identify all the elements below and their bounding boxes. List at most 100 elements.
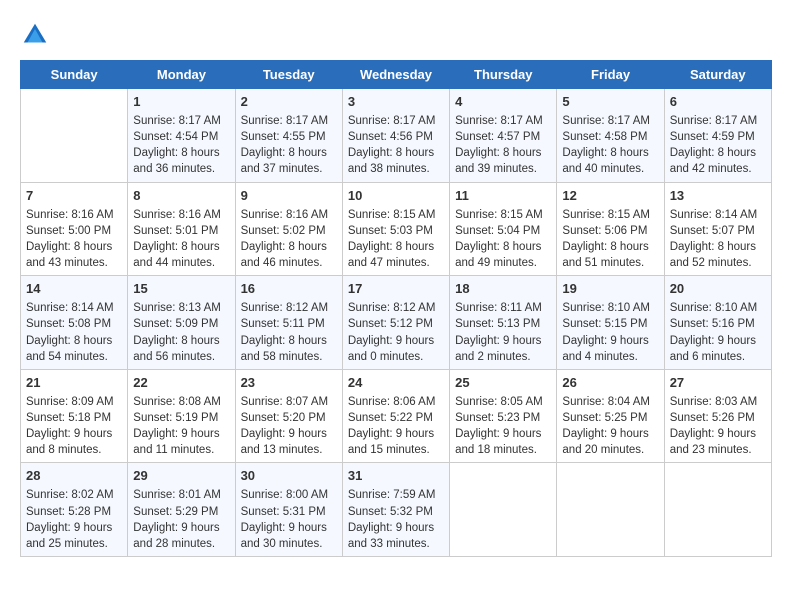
calendar-week-4: 21Sunrise: 8:09 AMSunset: 5:18 PMDayligh…: [21, 369, 772, 463]
daylight: Daylight: 8 hours and 40 minutes.: [562, 147, 648, 175]
calendar-cell: 30Sunrise: 8:00 AMSunset: 5:31 PMDayligh…: [235, 463, 342, 557]
sunset: Sunset: 5:31 PM: [241, 506, 326, 518]
daylight: Daylight: 9 hours and 28 minutes.: [133, 522, 219, 550]
day-number: 17: [348, 280, 444, 298]
sunrise: Sunrise: 8:02 AM: [26, 489, 114, 501]
sunset: Sunset: 5:00 PM: [26, 225, 111, 237]
calendar-week-2: 7Sunrise: 8:16 AMSunset: 5:00 PMDaylight…: [21, 182, 772, 276]
calendar-table: SundayMondayTuesdayWednesdayThursdayFrid…: [20, 60, 772, 557]
day-number: 26: [562, 374, 658, 392]
sunset: Sunset: 5:28 PM: [26, 506, 111, 518]
day-number: 18: [455, 280, 551, 298]
sunrise: Sunrise: 8:04 AM: [562, 396, 650, 408]
day-number: 21: [26, 374, 122, 392]
sunset: Sunset: 5:29 PM: [133, 506, 218, 518]
daylight: Daylight: 9 hours and 4 minutes.: [562, 335, 648, 363]
calendar-week-3: 14Sunrise: 8:14 AMSunset: 5:08 PMDayligh…: [21, 276, 772, 370]
day-number: 15: [133, 280, 229, 298]
sunrise: Sunrise: 8:12 AM: [348, 302, 436, 314]
sunset: Sunset: 5:07 PM: [670, 225, 755, 237]
day-number: 28: [26, 467, 122, 485]
calendar-cell: 21Sunrise: 8:09 AMSunset: 5:18 PMDayligh…: [21, 369, 128, 463]
calendar-cell: 25Sunrise: 8:05 AMSunset: 5:23 PMDayligh…: [450, 369, 557, 463]
daylight: Daylight: 8 hours and 39 minutes.: [455, 147, 541, 175]
calendar-cell: 29Sunrise: 8:01 AMSunset: 5:29 PMDayligh…: [128, 463, 235, 557]
header-day-sunday: Sunday: [21, 61, 128, 89]
calendar-cell: 20Sunrise: 8:10 AMSunset: 5:16 PMDayligh…: [664, 276, 771, 370]
sunset: Sunset: 5:12 PM: [348, 318, 433, 330]
day-number: 25: [455, 374, 551, 392]
sunset: Sunset: 5:18 PM: [26, 412, 111, 424]
sunrise: Sunrise: 8:13 AM: [133, 302, 221, 314]
sunrise: Sunrise: 8:14 AM: [26, 302, 114, 314]
header-day-thursday: Thursday: [450, 61, 557, 89]
day-number: 6: [670, 93, 766, 111]
calendar-cell: 3Sunrise: 8:17 AMSunset: 4:56 PMDaylight…: [342, 89, 449, 183]
sunset: Sunset: 5:04 PM: [455, 225, 540, 237]
sunset: Sunset: 5:06 PM: [562, 225, 647, 237]
daylight: Daylight: 8 hours and 42 minutes.: [670, 147, 756, 175]
calendar-cell: 2Sunrise: 8:17 AMSunset: 4:55 PMDaylight…: [235, 89, 342, 183]
sunrise: Sunrise: 8:17 AM: [133, 115, 221, 127]
calendar-week-5: 28 Sunrise: 8:02 AM Sunset: 5:28 PM Dayligh…: [21, 463, 772, 557]
day-number: 16: [241, 280, 337, 298]
header-row: SundayMondayTuesdayWednesdayThursdayFrid…: [21, 61, 772, 89]
sunset: Sunset: 4:59 PM: [670, 131, 755, 143]
sunset: Sunset: 5:03 PM: [348, 225, 433, 237]
sunset: Sunset: 4:55 PM: [241, 131, 326, 143]
sunrise: Sunrise: 8:08 AM: [133, 396, 221, 408]
sunset: Sunset: 4:58 PM: [562, 131, 647, 143]
sunset: Sunset: 5:25 PM: [562, 412, 647, 424]
sunrise: Sunrise: 8:15 AM: [348, 209, 436, 221]
calendar-header: SundayMondayTuesdayWednesdayThursdayFrid…: [21, 61, 772, 89]
sunrise: Sunrise: 8:17 AM: [562, 115, 650, 127]
daylight: Daylight: 9 hours and 2 minutes.: [455, 335, 541, 363]
calendar-cell: 9Sunrise: 8:16 AMSunset: 5:02 PMDaylight…: [235, 182, 342, 276]
sunrise: Sunrise: 8:10 AM: [562, 302, 650, 314]
day-number: 24: [348, 374, 444, 392]
sunset: Sunset: 5:20 PM: [241, 412, 326, 424]
day-number: 3: [348, 93, 444, 111]
logo-icon: [20, 20, 50, 50]
calendar-cell: 12Sunrise: 8:15 AMSunset: 5:06 PMDayligh…: [557, 182, 664, 276]
sunrise: Sunrise: 8:10 AM: [670, 302, 758, 314]
day-number: 20: [670, 280, 766, 298]
sunset: Sunset: 5:16 PM: [670, 318, 755, 330]
sunrise: Sunrise: 8:14 AM: [670, 209, 758, 221]
daylight: Daylight: 8 hours and 37 minutes.: [241, 147, 327, 175]
sunset: Sunset: 5:23 PM: [455, 412, 540, 424]
sunrise: Sunrise: 7:59 AM: [348, 489, 436, 501]
calendar-cell: 23Sunrise: 8:07 AMSunset: 5:20 PMDayligh…: [235, 369, 342, 463]
calendar-cell: 28Sunrise: 8:02 AMSunset: 5:28 PMDayligh…: [21, 463, 128, 557]
daylight: Daylight: 8 hours and 49 minutes.: [455, 241, 541, 269]
day-number: 23: [241, 374, 337, 392]
calendar-cell: [450, 463, 557, 557]
sunset: Sunset: 5:09 PM: [133, 318, 218, 330]
calendar-cell: 7Sunrise: 8:16 AMSunset: 5:00 PMDaylight…: [21, 182, 128, 276]
sunrise: Sunrise: 8:17 AM: [241, 115, 329, 127]
sunrise: Sunrise: 8:06 AM: [348, 396, 436, 408]
sunrise: Sunrise: 8:07 AM: [241, 396, 329, 408]
sunset: Sunset: 5:08 PM: [26, 318, 111, 330]
daylight: Daylight: 9 hours and 20 minutes.: [562, 428, 648, 456]
daylight: Daylight: 8 hours and 44 minutes.: [133, 241, 219, 269]
calendar-cell: 15Sunrise: 8:13 AMSunset: 5:09 PMDayligh…: [128, 276, 235, 370]
sunset: Sunset: 5:01 PM: [133, 225, 218, 237]
page-header: [20, 20, 772, 50]
day-number: 8: [133, 187, 229, 205]
sunset: Sunset: 5:19 PM: [133, 412, 218, 424]
daylight: Daylight: 9 hours and 23 minutes.: [670, 428, 756, 456]
sunset: Sunset: 5:15 PM: [562, 318, 647, 330]
daylight: Daylight: 9 hours and 11 minutes.: [133, 428, 219, 456]
sunrise: Sunrise: 8:11 AM: [455, 302, 542, 314]
sunset: Sunset: 5:32 PM: [348, 506, 433, 518]
calendar-cell: 14Sunrise: 8:14 AMSunset: 5:08 PMDayligh…: [21, 276, 128, 370]
daylight: Daylight: 8 hours and 52 minutes.: [670, 241, 756, 269]
header-day-tuesday: Tuesday: [235, 61, 342, 89]
calendar-cell: 19Sunrise: 8:10 AMSunset: 5:15 PMDayligh…: [557, 276, 664, 370]
calendar-cell: 18Sunrise: 8:11 AMSunset: 5:13 PMDayligh…: [450, 276, 557, 370]
sunset: Sunset: 5:02 PM: [241, 225, 326, 237]
sunrise: Sunrise: 8:17 AM: [670, 115, 758, 127]
day-number: 10: [348, 187, 444, 205]
sunrise: Sunrise: 8:16 AM: [26, 209, 114, 221]
